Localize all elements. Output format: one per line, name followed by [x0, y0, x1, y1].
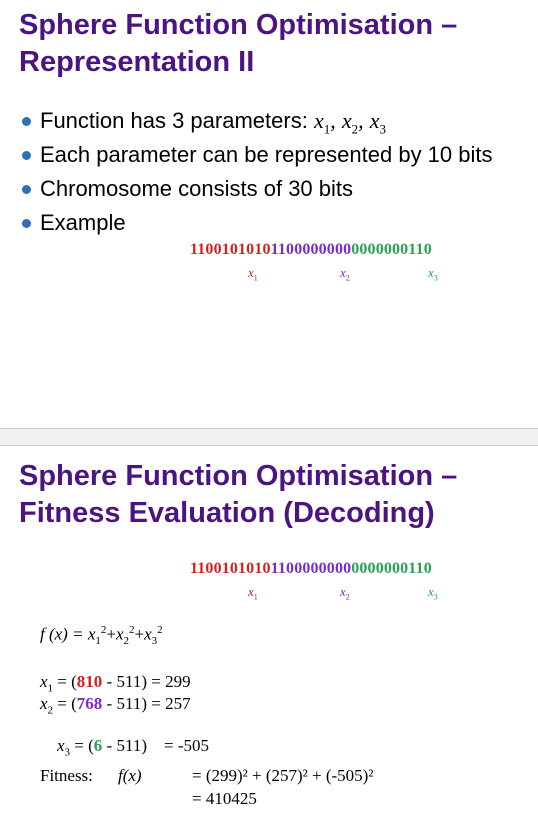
bullet-list: Function has 3 parameters: x1, x2, x3 Ea…	[22, 104, 493, 240]
bullet-item: Example	[22, 206, 493, 240]
title-line-1: Sphere Function Optimisation –	[19, 9, 458, 41]
label-x3: x3	[428, 584, 438, 602]
bullet-item: Chromosome consists of 30 bits	[22, 172, 493, 206]
slide-title: Sphere Function Optimisation – Represent…	[19, 7, 457, 81]
bullet-item: Function has 3 parameters: x1, x2, x3	[22, 104, 493, 138]
bits-x3: 0000000110	[351, 241, 432, 258]
fitness-label: Fitness:	[40, 766, 93, 785]
fitness-result: = 410425	[192, 789, 257, 808]
decode-x1: x1 = (810 - 511) = 299	[40, 672, 191, 695]
sphere-function-formula: f (x) = x12+x22+x32	[40, 624, 163, 648]
label-x3: x3	[428, 265, 438, 283]
bullet-dot-icon	[22, 185, 31, 194]
bullet-dot-icon	[22, 219, 31, 228]
bits-x1: 1100101010	[190, 560, 271, 577]
param-x2: x2,	[341, 108, 364, 137]
chromosome-bits: 110010101011000000000000000110	[190, 560, 432, 578]
decode-x2: x2 = (768 - 511) = 257	[40, 694, 191, 717]
bullet-dot-icon	[22, 151, 31, 160]
label-x1: x1	[248, 265, 258, 283]
title-line-2: Fitness Evaluation (Decoding)	[19, 497, 435, 529]
chromosome-bits: 110010101011000000000000000110	[190, 241, 432, 259]
label-x2: x2	[340, 584, 350, 602]
slide-representation: Sphere Function Optimisation – Represent…	[0, 0, 538, 428]
bits-x2: 1100000000	[270, 560, 352, 577]
fitness-expression: = (299)² + (257)² + (-505)²	[192, 766, 374, 785]
bullet-dot-icon	[22, 117, 31, 126]
bits-x2: 1100000000	[270, 241, 352, 258]
slide-fitness-evaluation: Sphere Function Optimisation – Fitness E…	[0, 446, 538, 813]
slide-separator	[0, 428, 538, 446]
bits-x1: 1100101010	[190, 241, 271, 258]
fitness-fx: f(x)	[118, 766, 142, 785]
bits-x3: 0000000110	[351, 560, 432, 577]
title-line-2: Representation II	[19, 46, 255, 78]
slide-title: Sphere Function Optimisation – Fitness E…	[19, 458, 457, 532]
title-line-1: Sphere Function Optimisation –	[19, 460, 458, 492]
label-x2: x2	[340, 265, 350, 283]
param-x1: x1,	[313, 108, 336, 137]
label-x1: x1	[248, 584, 258, 602]
bullet-item: Each parameter can be represented by 10 …	[22, 138, 493, 172]
param-x3: x3	[369, 108, 386, 137]
